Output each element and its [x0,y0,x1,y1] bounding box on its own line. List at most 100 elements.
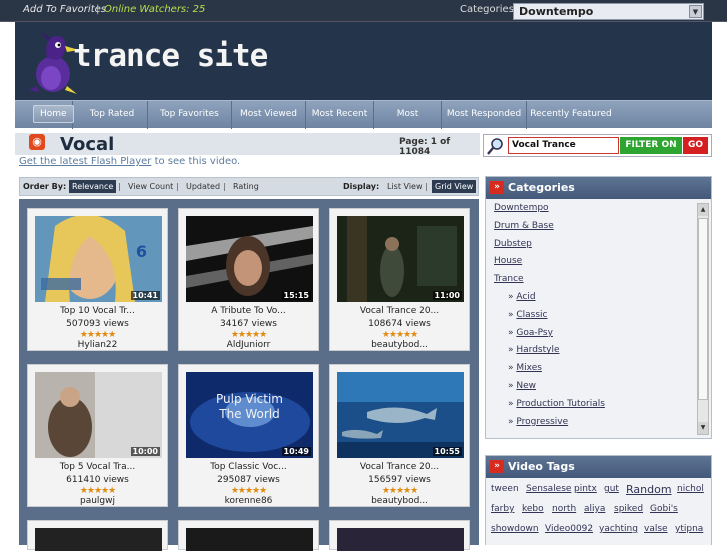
video-tags-title: Video Tags [508,460,575,473]
subcategory-item[interactable]: » Acid [494,292,696,310]
display-label: Display: [343,182,380,191]
order-bar: Order By: Relevance | View Count | Updat… [19,177,479,196]
subcategory-item[interactable]: » Hardstyle [494,345,696,363]
page-info: Page: 1 of 11084 [399,137,451,157]
site-title[interactable]: trance site [73,38,268,74]
tag-link[interactable]: farby [491,504,514,514]
nav-top-rated[interactable]: Top Rated [77,101,148,129]
grid-view-option[interactable]: Grid View [432,180,477,193]
subcategory-item[interactable]: » Goa-Psy [494,328,696,346]
subcategory-item[interactable]: » Mixes [494,363,696,381]
video-thumbnail[interactable]: 11:00 [337,216,464,302]
video-title[interactable]: Top Classic Voc... [179,462,318,472]
tag-link[interactable]: gut [604,484,619,494]
tag-link[interactable]: Video0092 [545,524,593,534]
video-user[interactable]: beautybod... [330,496,469,506]
video-user[interactable]: korenne86 [179,496,318,506]
tag-link[interactable]: Gobi's [650,504,678,514]
video-thumbnail[interactable]: 10:55 [337,372,464,458]
category-item[interactable]: Drum & Base [494,221,696,239]
filter-search-box: Vocal Trance FILTER ON GO [483,134,712,157]
video-card[interactable]: 6 10:41 Top 10 Vocal Tr... 507093 views … [27,208,168,351]
video-card[interactable]: Pulp Victim The World 10:49 Top Classic … [178,364,319,507]
search-input[interactable]: Vocal Trance [508,137,619,154]
nav-home[interactable]: Home [33,101,74,129]
nav-most-recent[interactable]: Most Recent [306,101,374,129]
video-user[interactable]: beautybod... [330,340,469,350]
tag-link[interactable]: Random [626,483,672,496]
video-user[interactable]: Hylian22 [28,340,167,350]
tag-link[interactable]: ytipna [675,524,703,534]
video-card[interactable]: 11:00 Vocal Trance 20... 108674 views ★★… [329,208,470,351]
tag-link[interactable]: tween [491,484,519,494]
order-updated[interactable]: Updated [186,182,220,191]
category-select[interactable]: Downtempo ▼ [513,3,704,20]
subcategory-item[interactable]: » Production Tutorials [494,399,696,417]
video-card[interactable]: 15:15 A Tribute To Vo... 34167 views ★★★… [178,208,319,351]
tag-link[interactable]: valse [644,524,668,534]
video-user[interactable]: paulgwj [28,496,167,506]
category-item[interactable]: Trance [494,274,696,292]
subcategory-item[interactable]: » Progressive [494,417,696,435]
flash-notice: Get the latest Flash Player to see this … [19,156,240,167]
video-title[interactable]: Top 5 Vocal Tra... [28,462,167,472]
go-button[interactable]: GO [683,137,708,154]
tag-link[interactable]: kebo [522,504,544,514]
tag-link[interactable]: showdown [491,524,539,534]
flash-player-link[interactable]: Get the latest Flash Player [19,156,151,167]
main-nav: Home Top Rated Top Favorites Most Viewed… [15,100,712,146]
nav-most-responded[interactable]: Most Responded [442,101,527,129]
category-item[interactable]: House [494,256,696,274]
categories-title: Categories [508,181,575,194]
tag-link[interactable]: Sensalese [526,484,571,494]
video-thumbnail[interactable] [337,528,464,551]
video-card[interactable] [178,520,319,551]
video-duration: 10:49 [281,447,311,456]
video-card[interactable] [27,520,168,551]
category-item[interactable]: Downtempo [494,203,696,221]
video-thumbnail[interactable] [35,528,162,551]
categories-scrollbar[interactable]: ▲ ▼ [697,203,709,435]
subcategory-item[interactable]: » New [494,381,696,399]
rss-icon[interactable]: ◉ [29,134,45,150]
video-card[interactable] [329,520,470,551]
thumbnail-caption: Pulp Victim [215,392,283,406]
order-relevance[interactable]: Relevance [69,180,117,193]
nav-top-favorites[interactable]: Top Favorites [148,101,232,129]
nav-most-discussed[interactable]: Most Discussed [374,101,442,146]
separator: | [96,4,100,15]
scrollbar-thumb[interactable] [698,218,708,400]
chevron-down-icon[interactable]: ▼ [689,5,702,18]
video-thumbnail[interactable]: 10:00 [35,372,162,458]
tag-link[interactable]: north [552,504,576,514]
tag-link[interactable]: spiked [614,504,643,514]
add-to-favorites-link[interactable]: Add To Favorites [23,4,106,15]
video-title[interactable]: Vocal Trance 20... [330,306,469,316]
tag-link[interactable]: nichol [677,484,704,494]
video-title[interactable]: Top 10 Vocal Tr... [28,306,167,316]
thumbnail-number: 6 [135,242,147,261]
filter-on-button[interactable]: FILTER ON [620,137,682,154]
order-rating[interactable]: Rating [233,182,259,191]
subcategory-item[interactable]: » Classic [494,310,696,328]
video-title[interactable]: Vocal Trance 20... [330,462,469,472]
video-thumbnail[interactable]: Pulp Victim The World 10:49 [186,372,313,458]
order-view-count[interactable]: View Count [128,182,173,191]
video-card[interactable]: 10:55 Vocal Trance 20... 156597 views ★★… [329,364,470,507]
list-view-option[interactable]: List View [387,182,423,191]
nav-most-viewed[interactable]: Most Viewed [232,101,306,129]
video-thumbnail[interactable]: 15:15 [186,216,313,302]
video-title[interactable]: A Tribute To Vo... [179,306,318,316]
category-item[interactable]: Dubstep [494,239,696,257]
video-views: 295087 views [217,475,280,485]
video-thumbnail[interactable] [186,528,313,551]
video-thumbnail[interactable]: 6 10:41 [35,216,162,302]
scroll-down-icon[interactable]: ▼ [698,422,708,434]
video-card[interactable]: 10:00 Top 5 Vocal Tra... 611410 views ★★… [27,364,168,507]
tag-link[interactable]: yachting [599,524,638,534]
video-user[interactable]: AldJuniorr [179,340,318,350]
scroll-up-icon[interactable]: ▲ [698,204,708,216]
tag-link[interactable]: pintx [574,484,597,494]
nav-recently-featured[interactable]: Recently Featured [527,101,615,129]
tag-link[interactable]: aliya [584,504,605,514]
